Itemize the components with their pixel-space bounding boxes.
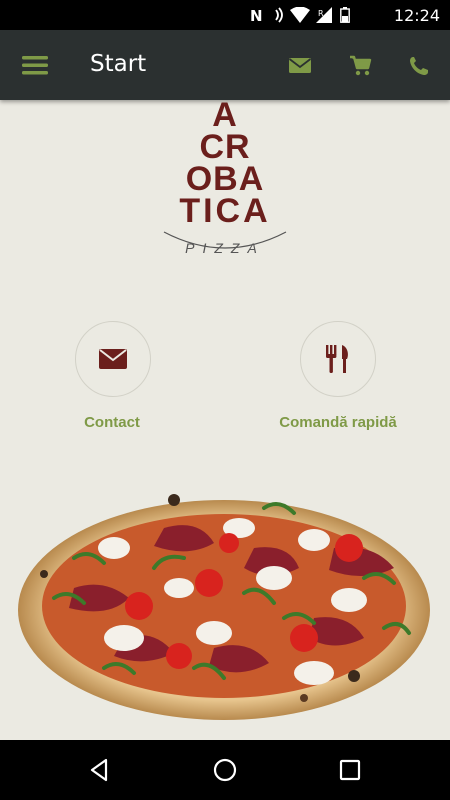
svg-text:R: R bbox=[318, 9, 324, 18]
signal-roaming-icon: R bbox=[316, 7, 332, 23]
hamburger-menu-icon bbox=[22, 56, 48, 75]
back-button[interactable] bbox=[87, 757, 113, 783]
mail-button[interactable] bbox=[288, 52, 314, 78]
wifi-icon bbox=[290, 7, 310, 23]
contact-label[interactable]: Contact bbox=[22, 414, 202, 431]
envelope-icon bbox=[99, 349, 127, 369]
menu-button[interactable] bbox=[22, 52, 48, 78]
status-bar: N R 12:24 bbox=[0, 0, 450, 30]
cart-button[interactable] bbox=[348, 52, 374, 78]
status-icons: N R bbox=[250, 6, 350, 24]
page-title: Start bbox=[90, 51, 147, 77]
phone-icon bbox=[410, 57, 428, 75]
logo-subtitle: PIZZA bbox=[185, 240, 265, 256]
quick-order-button[interactable] bbox=[300, 321, 376, 397]
nfc-icon: N bbox=[250, 7, 263, 23]
contact-button[interactable] bbox=[75, 321, 151, 397]
recents-icon bbox=[339, 759, 361, 781]
app-bar: Start bbox=[0, 30, 450, 100]
status-time: 12:24 bbox=[393, 6, 440, 25]
phone-button[interactable] bbox=[407, 52, 433, 78]
mail-icon bbox=[288, 58, 312, 73]
brand-logo: A CR OBA TICA PIZZA bbox=[162, 96, 288, 260]
recents-button[interactable] bbox=[337, 757, 363, 783]
svg-text:N: N bbox=[250, 7, 263, 23]
home-icon bbox=[213, 758, 237, 782]
battery-icon bbox=[340, 7, 350, 23]
nfc-waves-icon bbox=[275, 7, 283, 23]
pizza-image bbox=[18, 494, 430, 720]
home-button[interactable] bbox=[212, 757, 238, 783]
quick-order-label[interactable]: Comandă rapidă bbox=[248, 414, 428, 431]
cutlery-icon bbox=[326, 345, 348, 373]
back-icon bbox=[90, 758, 108, 782]
system-nav-bar bbox=[0, 740, 450, 800]
cart-icon bbox=[350, 55, 372, 76]
